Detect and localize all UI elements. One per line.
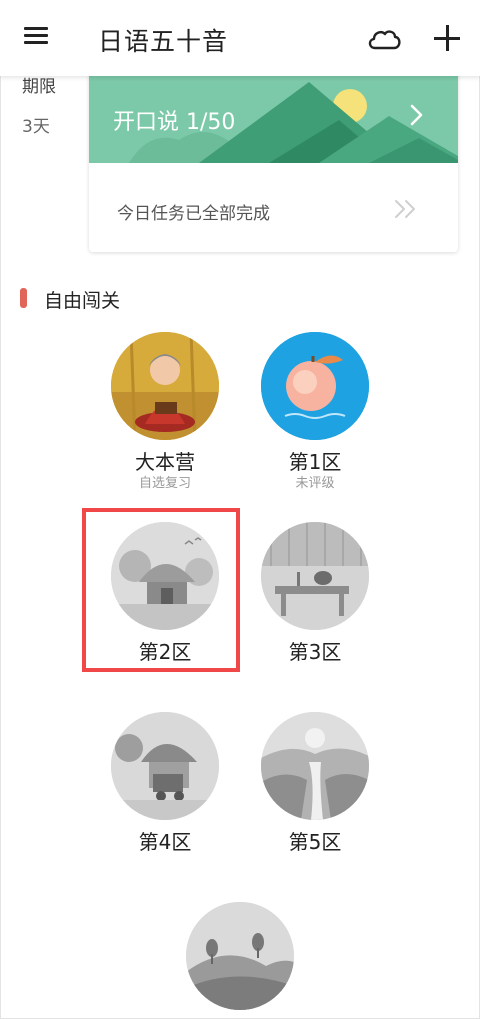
plus-icon[interactable] xyxy=(430,22,464,56)
zone-2[interactable]: 第2区 xyxy=(90,522,240,664)
thatched-hut-illustration xyxy=(111,522,219,630)
chevron-right-icon xyxy=(404,102,430,128)
daily-task-row[interactable]: 今日任务已全部完成 xyxy=(89,163,458,252)
zone-name: 第2区 xyxy=(138,640,192,664)
zone-status: 未评级 xyxy=(295,476,335,491)
zone-name: 第5区 xyxy=(288,830,342,854)
tea-room-illustration xyxy=(261,522,369,630)
base-camp-illustration xyxy=(111,332,219,440)
cloud-icon[interactable] xyxy=(366,24,402,54)
zone-base-camp[interactable]: 大本营 自选复习 xyxy=(90,332,240,492)
zone-4[interactable]: 第4区 xyxy=(90,712,240,854)
deadline-value: 3天 xyxy=(22,117,50,137)
section-title: 自由闯关 xyxy=(44,290,121,312)
village-cart-illustration xyxy=(111,712,219,820)
hills-trees-illustration xyxy=(186,902,294,1010)
speaking-card: 开口说 1/50 今日任务已全部完成 xyxy=(89,60,458,252)
zone-name: 第4区 xyxy=(138,830,192,854)
zone-status: 自选复习 xyxy=(138,476,191,491)
zone-name: 第1区 xyxy=(288,450,342,474)
peach-illustration xyxy=(261,332,369,440)
app-header: 日语五十音 xyxy=(0,0,480,76)
zone-name: 第3区 xyxy=(288,640,342,664)
page-title: 日语五十音 xyxy=(98,27,229,56)
zone-6[interactable] xyxy=(165,902,315,1010)
zone-name: 大本营 xyxy=(135,450,195,474)
menu-icon[interactable] xyxy=(22,24,52,48)
speaking-progress-text: 开口说 1/50 xyxy=(113,110,236,135)
zone-3[interactable]: 第3区 xyxy=(240,522,390,664)
section-marker xyxy=(20,288,27,308)
zone-1[interactable]: 第1区 未评级 xyxy=(240,332,390,492)
double-chevron-right-icon xyxy=(392,197,420,221)
daily-task-status: 今日任务已全部完成 xyxy=(117,204,270,224)
valley-stream-illustration xyxy=(261,712,369,820)
zone-5[interactable]: 第5区 xyxy=(240,712,390,854)
